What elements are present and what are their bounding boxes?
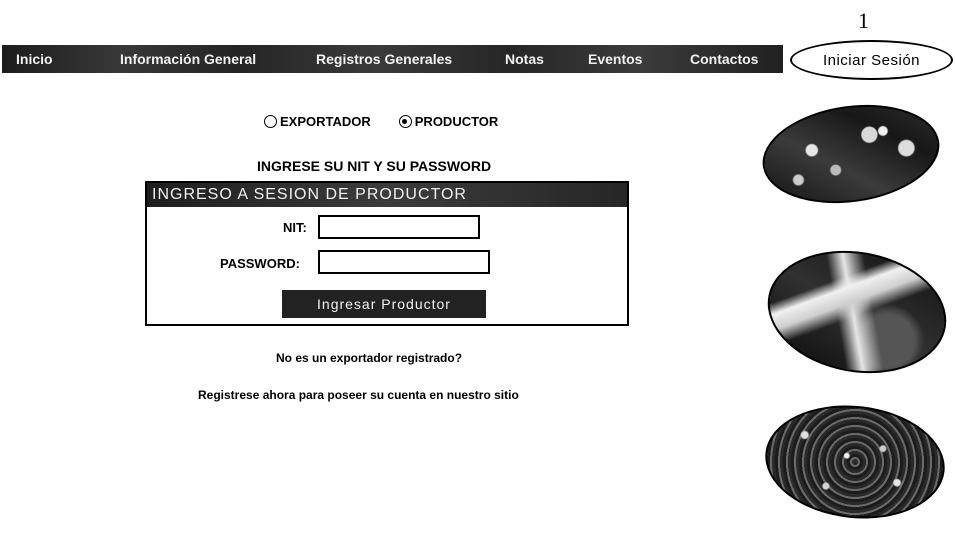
login-form-title: INGRESO A SESION DE PRODUCTOR	[147, 183, 627, 207]
login-form: INGRESO A SESION DE PRODUCTOR NIT: PASSW…	[145, 181, 629, 326]
coffee-photo	[757, 237, 955, 387]
nav-item-notas[interactable]: Notas	[505, 51, 544, 67]
user-type-selector: EXPORTADOR PRODUCTOR	[264, 114, 498, 129]
not-registered-question: No es un exportador registrado?	[276, 351, 463, 365]
radio-exportador[interactable]: EXPORTADOR	[264, 114, 371, 129]
nav-item-eventos[interactable]: Eventos	[588, 51, 642, 67]
login-prompt: INGRESE SU NIT Y SU PASSWORD	[257, 158, 492, 174]
page: 1 Inicio Información General Registros G…	[0, 0, 955, 543]
nav-item-registros-generales[interactable]: Registros Generales	[316, 51, 452, 67]
coffee-photo	[759, 396, 951, 528]
radio-productor[interactable]: PRODUCTOR	[398, 114, 499, 129]
nav-item-inicio[interactable]: Inicio	[16, 51, 53, 67]
radio-productor-label: PRODUCTOR	[414, 114, 499, 129]
coffee-photo	[756, 94, 946, 214]
nav-item-informacion-general[interactable]: Información General	[120, 51, 256, 67]
navigation-bar: Inicio Información General Registros Gen…	[2, 45, 783, 73]
nit-input[interactable]	[318, 215, 480, 239]
ingresar-productor-button[interactable]: Ingresar Productor	[282, 290, 486, 318]
password-input[interactable]	[318, 250, 490, 274]
radio-checked-icon	[398, 115, 412, 128]
password-label: PASSWORD:	[220, 256, 300, 271]
page-number: 1	[858, 8, 869, 33]
register-invitation[interactable]: Registrese ahora para poseer su cuenta e…	[198, 388, 519, 402]
nav-item-contactos[interactable]: Contactos	[690, 51, 758, 67]
nit-label: NIT:	[283, 220, 307, 235]
radio-exportador-label: EXPORTADOR	[280, 114, 371, 129]
iniciar-sesion-link[interactable]: Iniciar Sesión	[790, 40, 953, 80]
radio-unchecked-icon	[264, 115, 277, 128]
